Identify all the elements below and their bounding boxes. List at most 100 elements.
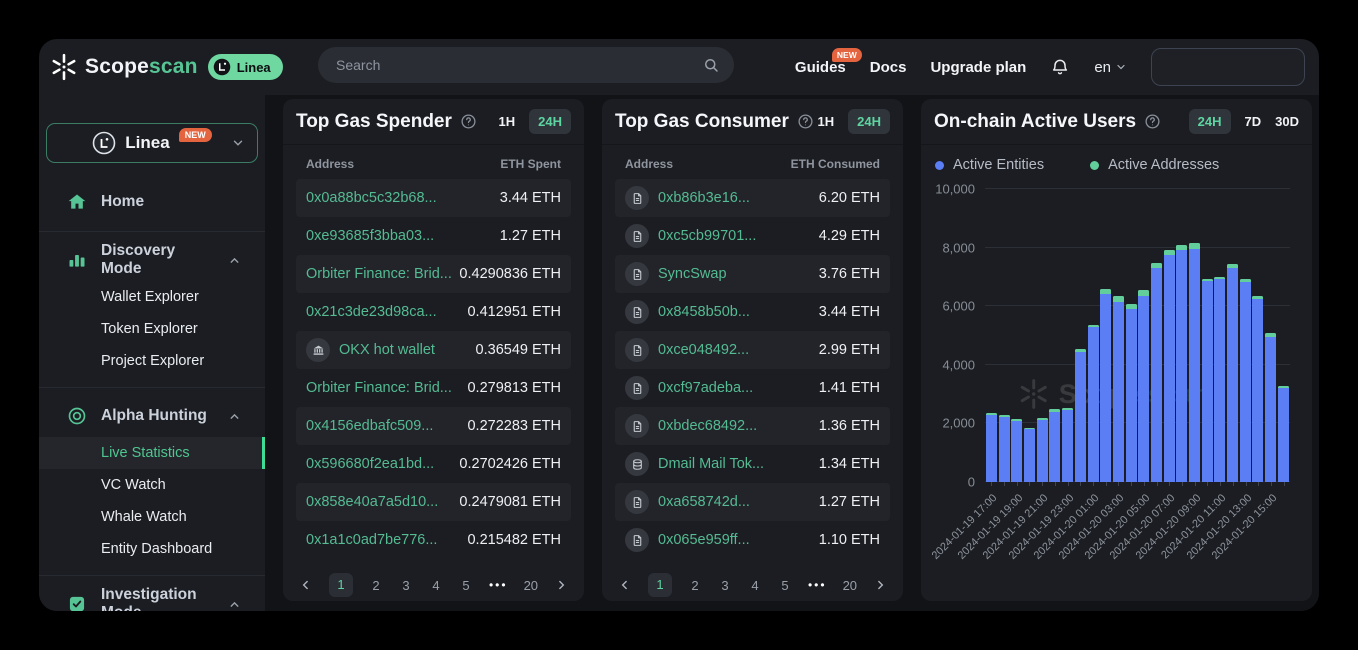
page-button-20[interactable]: 20 bbox=[524, 578, 538, 593]
bar bbox=[1176, 245, 1187, 482]
bar-active-entities-segment bbox=[1049, 412, 1060, 482]
time-toggle-7d[interactable]: 7D bbox=[1245, 114, 1262, 129]
next-page-button[interactable] bbox=[554, 578, 568, 592]
network-badge: Linea bbox=[208, 54, 283, 80]
bar-active-entities-segment bbox=[1227, 268, 1238, 482]
notifications-bell-icon[interactable] bbox=[1050, 57, 1070, 77]
address-link[interactable]: 0xc5cb99701... bbox=[658, 228, 756, 244]
sidebar-item-whale-watch[interactable]: Whale Watch bbox=[39, 501, 265, 533]
language-selector[interactable]: en bbox=[1094, 59, 1127, 76]
help-icon[interactable] bbox=[460, 113, 477, 130]
legend-label: Active Entities bbox=[953, 157, 1044, 173]
eth-value: 0.215482 ETH bbox=[467, 532, 561, 548]
sidebar-item-project-explorer[interactable]: Project Explorer bbox=[39, 345, 265, 377]
search-icon[interactable] bbox=[702, 56, 720, 74]
table-row: Orbiter Finance: Brid... 0.4290836 ETH bbox=[296, 255, 571, 293]
page-button-1[interactable]: 1 bbox=[648, 573, 672, 597]
eth-value: 0.2479081 ETH bbox=[459, 494, 561, 510]
bar-active-entities-segment bbox=[1075, 352, 1086, 482]
eth-value: 0.4290836 ETH bbox=[459, 266, 561, 282]
help-icon[interactable] bbox=[797, 113, 814, 130]
address-link[interactable]: Dmail Mail Tok... bbox=[658, 456, 764, 472]
table-row: Orbiter Finance: Brid...0.279813 ETH bbox=[296, 369, 571, 407]
address-link[interactable]: 0xce048492... bbox=[658, 342, 749, 358]
legend-item-active-entities[interactable]: Active Entities bbox=[935, 157, 1044, 173]
bar-active-entities-segment bbox=[1176, 250, 1187, 482]
x-axis-tick bbox=[1068, 482, 1069, 486]
time-toggle-24h[interactable]: 24H bbox=[1189, 109, 1231, 134]
page-button-4[interactable]: 4 bbox=[429, 578, 443, 593]
sidebar-item-wallet-explorer[interactable]: Wallet Explorer bbox=[39, 281, 265, 313]
bar bbox=[986, 413, 997, 482]
page-button-5[interactable]: 5 bbox=[778, 578, 792, 593]
address-link[interactable]: OKX hot wallet bbox=[339, 342, 435, 358]
home-icon bbox=[67, 192, 87, 212]
sidebar-section-discovery[interactable]: Discovery Mode bbox=[39, 243, 265, 277]
divider bbox=[39, 575, 265, 576]
nav-link-docs[interactable]: Docs bbox=[870, 59, 907, 76]
page-button-5[interactable]: 5 bbox=[459, 578, 473, 593]
time-toggle-1h[interactable]: 1H bbox=[499, 114, 516, 129]
bars-container bbox=[985, 189, 1290, 482]
network-selector[interactable]: Linea NEW bbox=[46, 123, 258, 163]
address-link[interactable]: SyncSwap bbox=[658, 266, 727, 282]
sidebar-section-investigation[interactable]: Investigation Mode bbox=[39, 587, 265, 611]
nav-link-guides[interactable]: Guides NEW bbox=[795, 59, 846, 76]
header-outline-button[interactable] bbox=[1151, 48, 1305, 86]
page-button-3[interactable]: 3 bbox=[399, 578, 413, 593]
time-toggle-30d[interactable]: 30D bbox=[1275, 114, 1299, 129]
search-input[interactable] bbox=[336, 57, 702, 73]
scopescan-logo[interactable]: Scopescan bbox=[49, 52, 198, 82]
contract-icon bbox=[625, 262, 649, 286]
sidebar-item-home[interactable]: Home bbox=[39, 185, 265, 219]
x-axis-tick bbox=[1004, 482, 1005, 486]
sidebar-section-alpha[interactable]: Alpha Hunting bbox=[39, 399, 265, 433]
sidebar-item-token-explorer[interactable]: Token Explorer bbox=[39, 313, 265, 345]
next-page-button[interactable] bbox=[873, 578, 887, 592]
address-link[interactable]: 0x1a1c0ad7be776... bbox=[306, 532, 437, 548]
table-row: 0x0a88bc5c32b68...3.44 ETH bbox=[296, 179, 571, 217]
address-link[interactable]: 0xb86b3e16... bbox=[658, 190, 750, 206]
sidebar-item-live-statistics[interactable]: Live Statistics bbox=[39, 437, 265, 469]
address-link[interactable]: 0x0a88bc5c32b68... bbox=[306, 190, 437, 206]
page-button-2[interactable]: 2 bbox=[688, 578, 702, 593]
page-button-1[interactable]: 1 bbox=[329, 573, 353, 597]
address-cell: SyncSwap bbox=[625, 262, 811, 286]
address-link[interactable]: 0x596680f2ea1bd... bbox=[306, 456, 434, 472]
pages-ellipsis[interactable]: ••• bbox=[489, 578, 508, 592]
nav-link-upgrade-plan[interactable]: Upgrade plan bbox=[930, 59, 1026, 76]
bar-active-entities-segment bbox=[1062, 410, 1073, 482]
table-row: SyncSwap3.76 ETH bbox=[615, 255, 890, 293]
sidebar-section-label: Discovery Mode bbox=[101, 242, 214, 278]
eth-value: 0.2702426 ETH bbox=[459, 456, 561, 472]
address-link[interactable]: 0x065e959ff... bbox=[658, 532, 750, 548]
address-link[interactable]: 0x21c3de23d98ca... bbox=[306, 304, 437, 320]
address-link[interactable]: 0x4156edbafc509... bbox=[306, 418, 433, 434]
time-toggle-24h[interactable]: 24H bbox=[848, 109, 890, 134]
address-link[interactable]: 0xcf97adeba... bbox=[658, 380, 753, 396]
sidebar-item-vc-watch[interactable]: VC Watch bbox=[39, 469, 265, 501]
time-toggle-24h[interactable]: 24H bbox=[529, 109, 571, 134]
page-button-4[interactable]: 4 bbox=[748, 578, 762, 593]
bar bbox=[1227, 264, 1238, 482]
help-icon[interactable] bbox=[1144, 113, 1161, 130]
content-area: Top Gas Spender 1H24H Address ETH Spent … bbox=[265, 95, 1319, 611]
sidebar-item-entity-dashboard[interactable]: Entity Dashboard bbox=[39, 533, 265, 565]
address-link[interactable]: 0xe93685f3bba03... bbox=[306, 228, 434, 244]
page-button-2[interactable]: 2 bbox=[369, 578, 383, 593]
bar bbox=[1265, 333, 1276, 482]
page-button-20[interactable]: 20 bbox=[843, 578, 857, 593]
page-button-3[interactable]: 3 bbox=[718, 578, 732, 593]
legend-item-active-addresses[interactable]: Active Addresses bbox=[1090, 157, 1219, 173]
address-link[interactable]: Orbiter Finance: Brid... bbox=[306, 380, 452, 396]
pages-ellipsis[interactable]: ••• bbox=[808, 578, 827, 592]
address-link[interactable]: Orbiter Finance: Brid... bbox=[306, 266, 451, 282]
address-link[interactable]: 0xa658742d... bbox=[658, 494, 750, 510]
address-link[interactable]: 0xbdec68492... bbox=[658, 418, 757, 434]
address-link[interactable]: 0x8458b50b... bbox=[658, 304, 750, 320]
prev-page-button[interactable] bbox=[618, 578, 632, 592]
address-link[interactable]: 0x858e40a7a5d10... bbox=[306, 494, 438, 510]
address-cell: 0x065e959ff... bbox=[625, 528, 811, 552]
prev-page-button[interactable] bbox=[299, 578, 313, 592]
time-toggle-1h[interactable]: 1H bbox=[818, 114, 835, 129]
